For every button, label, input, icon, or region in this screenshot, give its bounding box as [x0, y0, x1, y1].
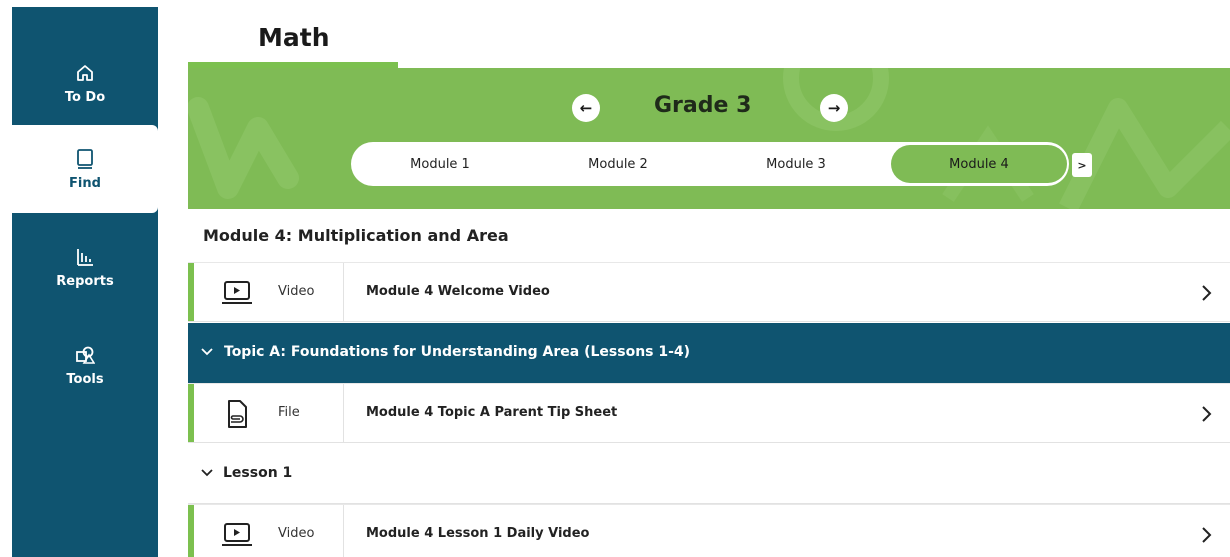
- resource-row[interactable]: Video Module 4 Welcome Video: [188, 262, 1230, 322]
- resource-title: Module 4 Welcome Video: [366, 284, 550, 299]
- topic-title: Topic A: Foundations for Understanding A…: [224, 344, 691, 360]
- chevron-right-icon: [1202, 285, 1212, 301]
- tab-module-1[interactable]: Module 1: [351, 142, 529, 186]
- arrow-right-icon: →: [827, 99, 841, 117]
- previous-grade-button[interactable]: ←: [572, 94, 600, 122]
- tab-module-3[interactable]: Module 3: [707, 142, 885, 186]
- sidebar-item-label: To Do: [64, 89, 106, 105]
- book-icon: [74, 148, 96, 170]
- app-root: To Do Find Reports Tools Math ← Grade 3 …: [0, 0, 1230, 557]
- topic-header-row[interactable]: Topic A: Foundations for Understanding A…: [188, 323, 1230, 383]
- grade-selector: ← Grade 3 →: [188, 90, 1230, 126]
- video-icon: [222, 281, 252, 304]
- page-title: Math: [258, 23, 330, 52]
- resource-type-label: Video: [278, 526, 315, 541]
- sidebar: To Do Find Reports Tools: [12, 7, 158, 557]
- file-icon: [228, 400, 247, 428]
- module-tabs: Module 1 Module 2 Module 3 Module 4: [351, 142, 1069, 186]
- chevron-right-icon: [1202, 406, 1212, 422]
- next-grade-button[interactable]: →: [820, 94, 848, 122]
- tab-module-2[interactable]: Module 2: [529, 142, 707, 186]
- bar-chart-icon: [74, 246, 96, 268]
- chevron-down-icon: [201, 469, 213, 477]
- arrow-left-icon: ←: [579, 99, 593, 117]
- resource-type-cell: Video: [194, 505, 344, 557]
- chevron-down-icon: [201, 348, 213, 356]
- video-icon: [222, 523, 252, 546]
- subject-tab: Math: [188, 7, 398, 69]
- resource-type-cell: Video: [194, 263, 344, 321]
- sidebar-item-reports[interactable]: Reports: [12, 223, 158, 311]
- sidebar-item-label: Tools: [66, 371, 104, 387]
- sidebar-item-todo[interactable]: To Do: [12, 39, 158, 127]
- resource-type-cell: File: [194, 384, 344, 442]
- grade-title: Grade 3: [654, 93, 752, 118]
- sidebar-item-label: Reports: [56, 273, 114, 289]
- grade-banner: ← Grade 3 → Module 1 Module 2 Module 3 M…: [188, 68, 1230, 209]
- lesson-title: Lesson 1: [223, 465, 293, 481]
- chevron-right-icon: [1202, 527, 1212, 543]
- resource-row[interactable]: File Module 4 Topic A Parent Tip Sheet: [188, 383, 1230, 443]
- resource-title: Module 4 Lesson 1 Daily Video: [366, 526, 590, 541]
- lesson-header-row[interactable]: Lesson 1: [188, 444, 1230, 504]
- sidebar-item-find[interactable]: Find: [12, 125, 158, 213]
- tab-module-4[interactable]: Module 4: [891, 145, 1067, 183]
- sidebar-item-tools[interactable]: Tools: [12, 321, 158, 409]
- home-icon: [74, 62, 96, 84]
- shapes-icon: [74, 344, 96, 366]
- resource-title: Module 4 Topic A Parent Tip Sheet: [366, 405, 618, 420]
- resource-type-label: File: [278, 405, 300, 420]
- module-heading: Module 4: Multiplication and Area: [203, 226, 509, 245]
- more-modules-button[interactable]: >: [1072, 153, 1092, 177]
- resource-row[interactable]: Video Module 4 Lesson 1 Daily Video: [188, 504, 1230, 557]
- sidebar-item-label: Find: [69, 175, 101, 191]
- resource-type-label: Video: [278, 284, 315, 299]
